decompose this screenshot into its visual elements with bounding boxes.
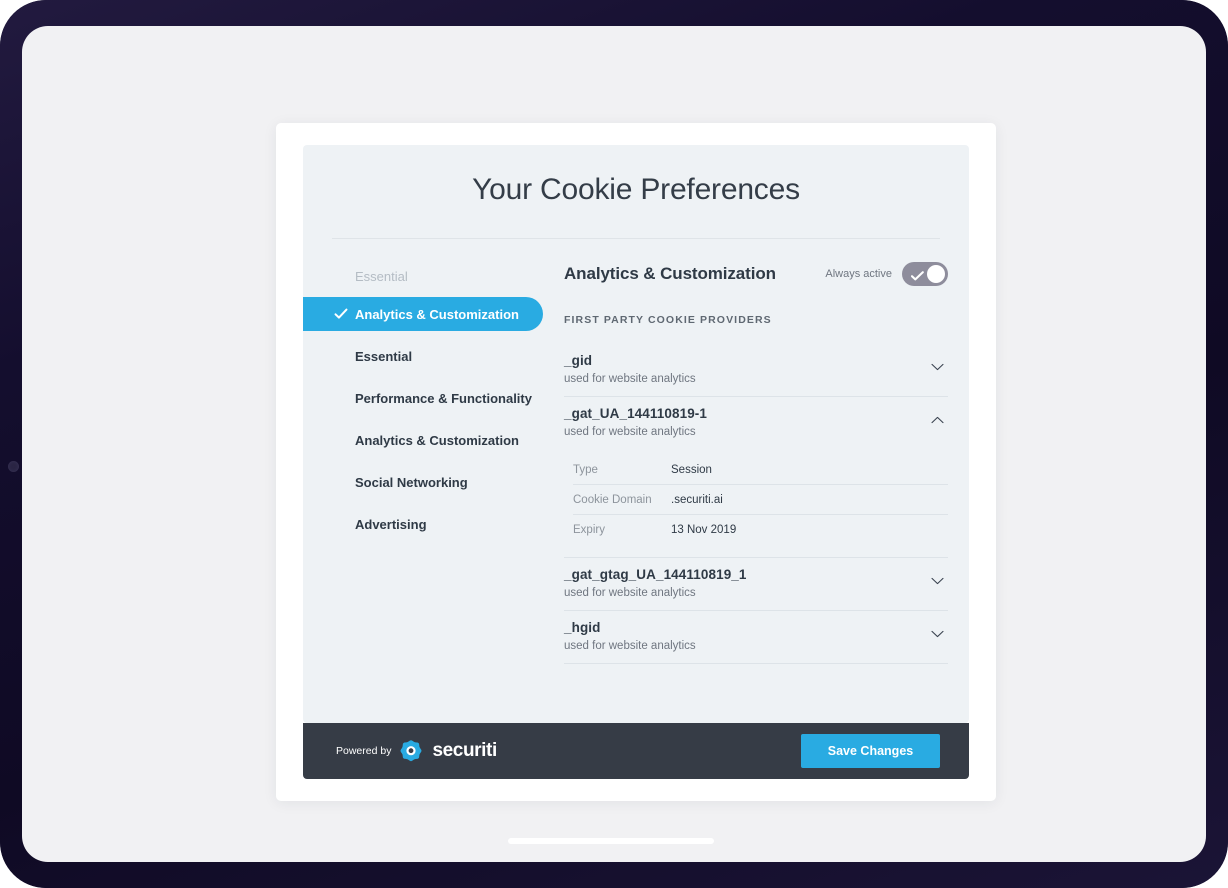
securiti-logo-icon [399, 739, 423, 763]
cookie-name: _gat_gtag_UA_144110819_1 [564, 567, 747, 582]
always-active-label: Always active [825, 268, 892, 280]
sidebar-item-essential[interactable]: Essential [303, 339, 543, 373]
cookie-description: used for website analytics [564, 426, 696, 438]
table-row: Expiry 13 Nov 2019 [573, 515, 948, 545]
sidebar-item-label: Essential [355, 348, 413, 364]
sidebar-item-label: Analytics & Customization [355, 432, 519, 448]
cookie-header-toggle[interactable]: _gat_UA_144110819-1 used for website ana… [564, 397, 948, 449]
cookie-preferences-card: Your Cookie Preferences Essential Analyt… [276, 123, 996, 801]
cookie-description: used for website analytics [564, 587, 696, 599]
powered-by-group: Powered by securiti [336, 739, 497, 763]
sidebar-item-label: Advertising [355, 516, 427, 532]
cookie-item-expanded: _gat_UA_144110819-1 used for website ana… [564, 397, 948, 558]
cookie-item: _gat_gtag_UA_144110819_1 used for websit… [564, 558, 948, 611]
sidebar-item-label: Performance & Functionality [355, 390, 532, 406]
page-title: Your Cookie Preferences [472, 173, 800, 206]
sidebar-item-label: Analytics & Customization [355, 306, 519, 322]
front-camera-icon [8, 461, 19, 472]
sidebar-item-analytics-customization-active[interactable]: Analytics & Customization [303, 297, 543, 331]
detail-key: Cookie Domain [573, 493, 652, 506]
category-header: Analytics & Customization Always active [564, 259, 948, 289]
detail-key: Expiry [573, 524, 605, 536]
category-title: Analytics & Customization [564, 264, 776, 283]
powered-by-label: Powered by [336, 745, 392, 757]
cookie-header-toggle[interactable]: _gid used for website analytics [564, 344, 948, 396]
always-active-toggle[interactable] [902, 262, 948, 286]
category-sidebar: Essential Analytics & Customization Esse… [303, 265, 543, 541]
cookie-name: _hgid [564, 620, 601, 635]
home-indicator [508, 838, 714, 844]
detail-key: Type [573, 463, 598, 476]
detail-value: 13 Nov 2019 [671, 524, 737, 536]
sidebar-section-label: Essential [355, 269, 408, 284]
sidebar-item-social-networking[interactable]: Social Networking [303, 465, 543, 499]
detail-value: .securiti.ai [671, 493, 723, 506]
header-divider [332, 238, 940, 239]
table-row: Cookie Domain .securiti.ai [573, 485, 948, 515]
chevron-down-icon[interactable] [931, 572, 944, 585]
sidebar-item-performance-functionality[interactable]: Performance & Functionality [303, 381, 543, 415]
sidebar-item-advertising[interactable]: Advertising [303, 507, 543, 541]
tablet-screen: Your Cookie Preferences Essential Analyt… [22, 26, 1206, 862]
cookie-header-toggle[interactable]: _hgid used for website analytics [564, 611, 948, 663]
sidebar-item-label: Social Networking [355, 474, 468, 490]
cookie-name: _gid [564, 353, 593, 368]
table-row: Type Session [573, 455, 948, 485]
cookie-detail-table: Type Session Cookie Domain .securiti.ai … [564, 449, 948, 557]
chevron-up-icon[interactable] [931, 411, 944, 424]
save-changes-button[interactable]: Save Changes [801, 734, 940, 768]
tablet-device-frame: Your Cookie Preferences Essential Analyt… [0, 0, 1228, 888]
first-party-providers-label: FIRST PARTY COOKIE PROVIDERS [564, 314, 772, 326]
toggle-knob [927, 265, 945, 283]
cookie-description: used for website analytics [564, 640, 696, 652]
check-icon [334, 307, 348, 321]
sidebar-item-analytics-customization[interactable]: Analytics & Customization [303, 423, 543, 457]
cookie-divider [564, 663, 948, 664]
chevron-down-icon[interactable] [931, 358, 944, 371]
securiti-wordmark: securiti [432, 740, 497, 761]
category-detail-pane: Analytics & Customization Always active [564, 259, 948, 664]
cookie-name: _gat_UA_144110819-1 [564, 406, 708, 421]
cookie-item: _gid used for website analytics [564, 344, 948, 397]
detail-value: Session [671, 463, 712, 476]
cookie-provider-list: _gid used for website analytics _gat_UA_… [564, 344, 948, 664]
cookie-header-toggle[interactable]: _gat_gtag_UA_144110819_1 used for websit… [564, 558, 948, 610]
chevron-down-icon[interactable] [931, 625, 944, 638]
always-active-control: Always active [825, 262, 948, 286]
check-icon [910, 268, 924, 281]
preferences-panel: Your Cookie Preferences Essential Analyt… [303, 145, 969, 723]
cookie-item: _hgid used for website analytics [564, 611, 948, 664]
cookie-description: used for website analytics [564, 373, 696, 385]
footer-bar: Powered by securiti Save Changes [303, 723, 969, 779]
